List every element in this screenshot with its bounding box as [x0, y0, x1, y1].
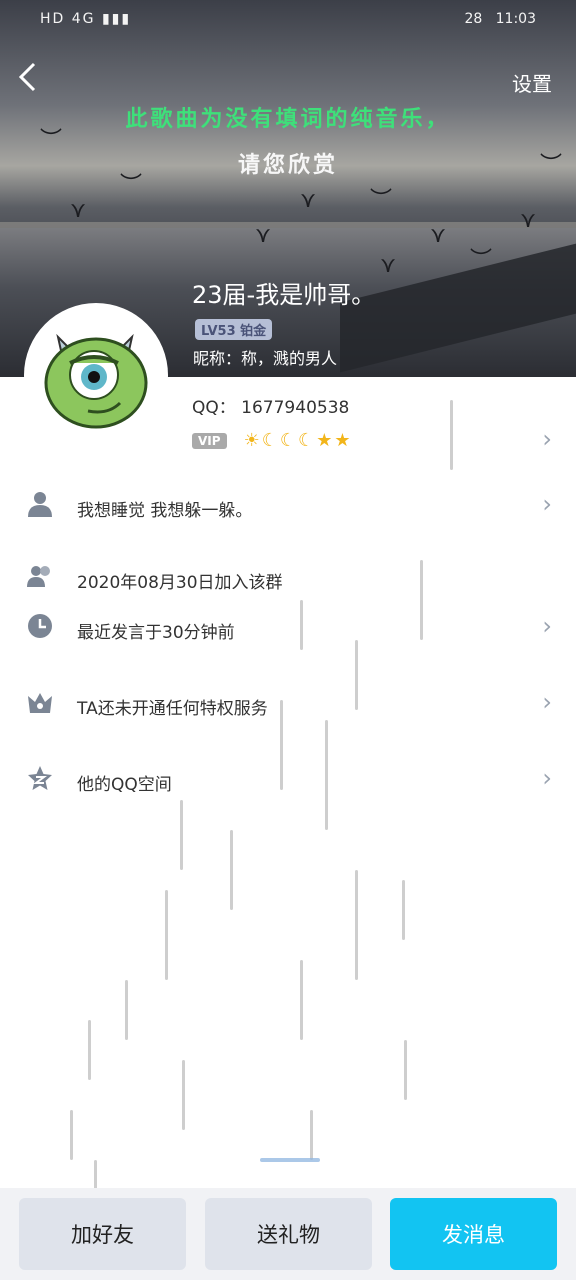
- rain-streak: [230, 830, 233, 910]
- send-gift-button[interactable]: 送礼物: [205, 1198, 372, 1270]
- row-signature[interactable]: 我想睡觉 我想躲一躲。 ›: [0, 478, 576, 538]
- bird: ⋎: [520, 208, 537, 233]
- lyric-line-1: 此歌曲为没有填词的纯音乐，: [125, 107, 451, 132]
- alias-label: 昵称：: [193, 349, 242, 368]
- bird: ⋎: [430, 223, 447, 248]
- avatar[interactable]: [24, 303, 168, 447]
- row-text: 我想睡觉 我想躲一躲。: [77, 501, 253, 521]
- bird: ⋎: [255, 223, 272, 248]
- status-signal: HD 4G ▮▮▮: [40, 11, 132, 27]
- rain-streak: [404, 1040, 407, 1100]
- rain-streak: [355, 870, 358, 980]
- vip-badge: VIP: [192, 432, 227, 449]
- qq-number-row: QQ： 1677940538: [192, 393, 349, 418]
- bird: ︶: [370, 188, 393, 213]
- row-last-active[interactable]: 最近发言于30分钟前 ›: [0, 600, 576, 660]
- rain-streak: [165, 890, 168, 980]
- settings-button[interactable]: 设置: [512, 68, 552, 97]
- lyric-line-2: 请您欣赏: [237, 153, 338, 178]
- row-qzone[interactable]: 他的QQ空间 ›: [0, 752, 576, 812]
- status-time: 11:03: [495, 11, 536, 27]
- clock-icon: [28, 614, 52, 638]
- person-icon: [28, 492, 52, 517]
- chevron-right-icon: ›: [542, 612, 552, 640]
- rain-streak: [182, 1060, 185, 1130]
- profile-alias: 昵称：称，溅的男人: [193, 345, 337, 369]
- row-text: 他的QQ空间: [77, 775, 172, 795]
- row-text: TA还未开通任何特权服务: [77, 699, 268, 719]
- chevron-left-icon: [18, 62, 36, 92]
- add-friend-button[interactable]: 加好友: [19, 1198, 186, 1270]
- chevron-right-icon: ›: [542, 764, 552, 792]
- alias-value: 称，溅的男人: [241, 349, 338, 368]
- crown-icon: [28, 693, 52, 713]
- group-icon: [27, 566, 50, 587]
- chevron-right-icon: ›: [542, 688, 552, 716]
- qq-label: QQ：: [192, 398, 236, 418]
- battery-indicator: 28: [464, 11, 483, 27]
- vip-level-icons: ☀☾☾☾★★: [243, 430, 353, 451]
- rain-streak: [300, 960, 303, 1040]
- mike-wazowski-avatar-image: [44, 333, 148, 429]
- send-message-button[interactable]: 发消息: [390, 1198, 557, 1270]
- row-privileges[interactable]: TA还未开通任何特权服务 ›: [0, 676, 576, 736]
- status-bar: HD 4G ▮▮▮ 28 11:03: [0, 0, 576, 40]
- rain-splash: [260, 1158, 320, 1162]
- row-text: 最近发言于30分钟前: [77, 623, 235, 643]
- bird: ⋎: [300, 188, 317, 213]
- rain-streak: [402, 880, 405, 940]
- chevron-right-icon: ›: [542, 490, 552, 518]
- back-button[interactable]: [16, 60, 44, 100]
- action-bar: 加好友 送礼物 发消息: [0, 1188, 576, 1280]
- rain-streak: [310, 1110, 313, 1160]
- profile-nickname: 23届-我是帅哥。: [192, 281, 376, 309]
- rain-streak: [70, 1110, 73, 1160]
- status-right: 28 11:03: [464, 11, 536, 27]
- bird: ︶: [470, 248, 493, 273]
- qq-number: 1677940538: [241, 398, 350, 418]
- vip-row[interactable]: VIP ☀☾☾☾★★: [192, 430, 353, 451]
- rain-streak: [450, 400, 453, 470]
- bird: ⋎: [380, 253, 397, 278]
- chevron-right-icon[interactable]: ›: [542, 425, 552, 453]
- rain-streak: [88, 1020, 91, 1080]
- qzone-star-icon: [28, 766, 52, 790]
- bird: ⋎: [70, 198, 87, 223]
- level-badge[interactable]: LV53 铂金: [195, 319, 273, 340]
- row-text: 2020年08月30日加入该群: [77, 573, 283, 593]
- rain-streak: [125, 980, 128, 1040]
